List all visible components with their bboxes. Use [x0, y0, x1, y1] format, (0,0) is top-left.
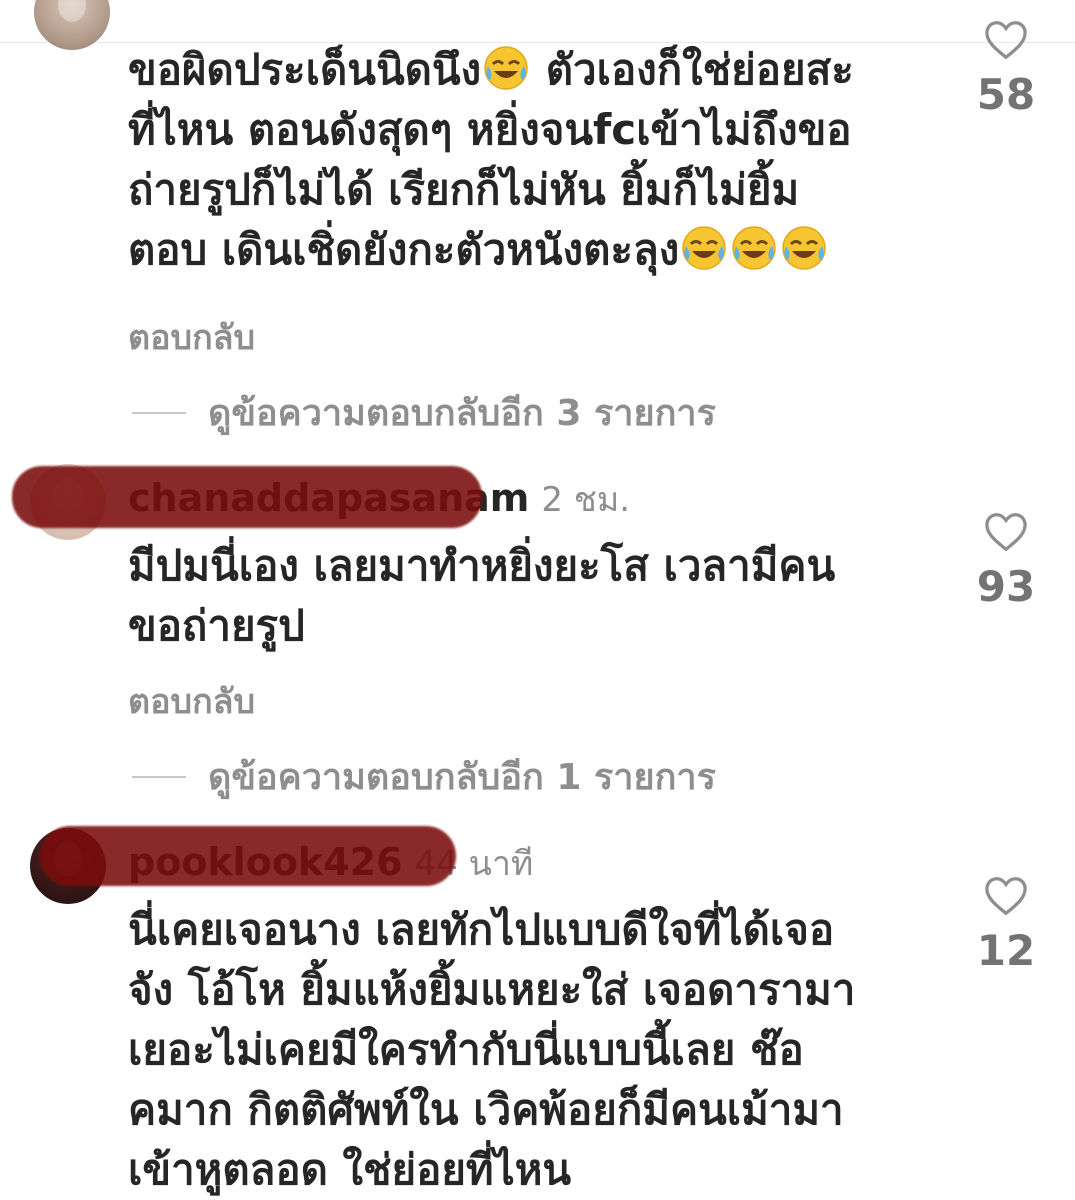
heart-icon[interactable]	[984, 512, 1028, 552]
replies-divider-line	[132, 775, 186, 778]
reply-button[interactable]: ตอบกลับ	[128, 310, 255, 364]
comment-text: ขอผิดประเด็นนิดนึง ตัวเองก็ใช่ย่อยสะ ที่…	[128, 40, 948, 280]
comment-line: เยอะไม่เคยมีใครทำกับนี่แบบนี้เลย ช๊อ	[128, 1025, 804, 1074]
reply-button[interactable]: ตอบกลับ	[128, 674, 255, 728]
like-column: 93	[956, 512, 1056, 611]
comment-line: ตอบ เดินเชิ่ดยังกะตัวหนังตะลุง	[128, 220, 948, 280]
comment-line: ที่ไหน ตอนดังสุดๆ หยิ่งจนfcเข้าไม่ถึงขอ	[128, 105, 852, 154]
like-count: 93	[976, 562, 1036, 611]
replies-divider-line	[132, 411, 186, 414]
view-replies-button[interactable]: ดูข้อความตอบกลับอีก 1 รายการ	[132, 748, 716, 805]
face-with-tears-of-joy-icon	[682, 226, 726, 270]
heart-icon[interactable]	[984, 876, 1028, 916]
like-column: 12	[956, 876, 1056, 975]
face-with-tears-of-joy-icon	[732, 226, 776, 270]
redaction-mark	[12, 466, 482, 528]
comment-line: เข้าหูตลอด ใช่ย่อยที่ไหน	[128, 1145, 572, 1194]
view-replies-button[interactable]: ดูข้อความตอบกลับอีก 3 รายการ	[132, 384, 716, 441]
comment-line: ขอผิดประเด็นนิดนึง ตัวเองก็ใช่ย่อยสะ	[128, 45, 854, 94]
comment-line: มีปมนี่เอง เลยมาทำหยิ่งยะโส เวลามีคน	[128, 541, 836, 590]
redaction-mark	[40, 826, 456, 886]
face-with-tears-of-joy-icon	[484, 46, 528, 90]
comment-text: นี่เคยเจอนาง เลยทักไปแบบดีใจที่ได้เจอ จั…	[128, 900, 948, 1200]
comment-line: คมาก กิตติศัพท์ใน เวิคพ้อยก็มีคนเม้ามา	[128, 1085, 844, 1134]
comment-line: จัง โอ้โห ยิ้มแห้งยิ้มแหยะใส่ เจอดารามา	[128, 965, 856, 1014]
comment-text: มีปมนี่เอง เลยมาทำหยิ่งยะโส เวลามีคน ขอถ…	[128, 536, 948, 656]
heart-icon[interactable]	[984, 20, 1028, 60]
comment-line: ถ่ายรูปก็ไม่ได้ เรียกก็ไม่หัน ยิ้มก็ไม่ย…	[128, 165, 800, 214]
like-count: 58	[976, 70, 1036, 119]
face-with-tears-of-joy-icon	[782, 226, 826, 270]
comment-line: ขอถ่ายรูป	[128, 601, 305, 650]
timestamp: 2 ชม.	[541, 480, 631, 520]
like-count: 12	[976, 926, 1036, 975]
like-column: 58	[956, 20, 1056, 119]
comment-line: นี่เคยเจอนาง เลยทักไปแบบดีใจที่ได้เจอ	[128, 905, 835, 954]
